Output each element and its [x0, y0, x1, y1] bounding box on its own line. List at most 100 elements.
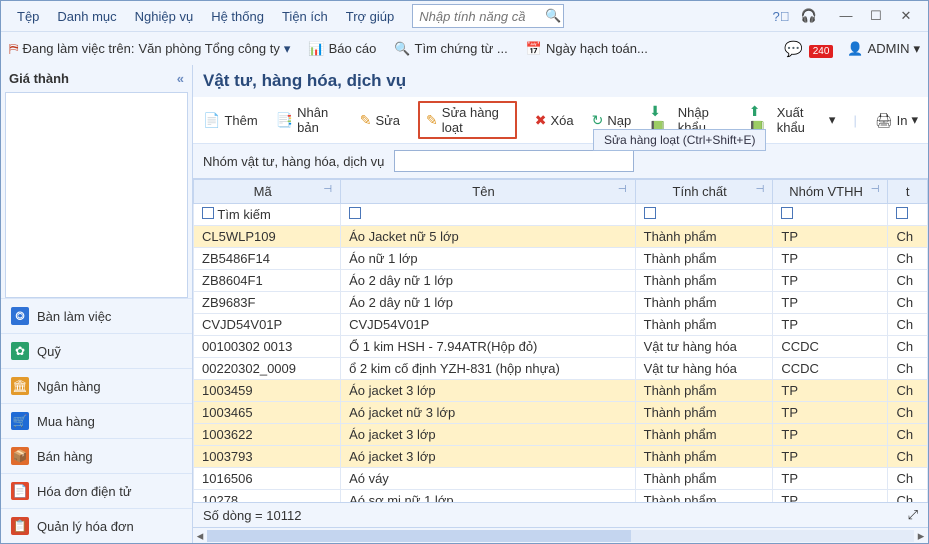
sidebar-item-3[interactable]: 🛒Mua hàng [1, 403, 192, 438]
nav-label: Quản lý hóa đơn [37, 519, 134, 534]
search-icon: 🔍 [394, 41, 410, 57]
user-menu[interactable]: 👤 ADMIN ▾ [847, 41, 920, 57]
checkbox-icon[interactable] [349, 207, 361, 219]
report-icon: 📊 [308, 41, 324, 57]
col-header-extra[interactable]: t [888, 180, 928, 204]
add-icon: 📄 [203, 112, 220, 129]
nav-icon: 📦 [11, 447, 29, 465]
pin-icon[interactable]: ⊣ [756, 184, 765, 195]
workplace-icon: ⛿ [9, 41, 18, 57]
user-icon: 👤 [847, 41, 863, 57]
posting-date-button[interactable]: 📅 Ngày hạch toán... [526, 41, 648, 57]
table-row[interactable]: 00100302 0013Ổ 1 kim HSH - 7.94ATR(Hộp đ… [194, 336, 928, 358]
add-button[interactable]: 📄Thêm [203, 112, 258, 129]
reload-button[interactable]: ↻Nạp [592, 112, 632, 129]
bulk-edit-icon: ✎ [426, 112, 438, 129]
calendar-icon: 📅 [526, 41, 542, 57]
scroll-right-icon[interactable]: ▸ [914, 528, 928, 544]
feature-search[interactable]: 🔍 [412, 4, 564, 28]
checkbox-icon[interactable] [896, 207, 908, 219]
chevron-down-icon: ▾ [911, 112, 918, 128]
nav-label: Bán hàng [37, 449, 93, 464]
pin-icon[interactable]: ⊣ [871, 184, 880, 195]
tooltip: Sửa hàng loạt (Ctrl+Shift+E) [593, 129, 766, 151]
pin-icon[interactable]: ⊣ [323, 184, 332, 195]
horizontal-scrollbar[interactable]: ◂ ▸ [193, 527, 928, 543]
sidebar: Giá thành « ⭗Bàn làm việc✿Quỹ🏛Ngân hàng🛒… [1, 65, 193, 543]
table-row[interactable]: 1003793Aó jacket 3 lớpThành phẩmTPCh [194, 446, 928, 468]
print-icon: 🖨 [875, 112, 893, 129]
col-header-tinhchat[interactable]: Tính chất⊣ [635, 180, 773, 204]
duplicate-button[interactable]: 📑Nhân bản [276, 105, 342, 135]
notification-badge: 240 [809, 45, 834, 58]
headset-icon[interactable]: 🎧 [796, 8, 822, 24]
content-area: Giá thành « ⭗Bàn làm việc✿Quỹ🏛Ngân hàng🛒… [1, 65, 928, 543]
feature-search-input[interactable] [413, 9, 543, 24]
table-row[interactable]: 10278Aó sơ mi nữ 1 lớpThành phẩmTPCh [194, 490, 928, 503]
main-panel: Vật tư, hàng hóa, dịch vụ 📄Thêm 📑Nhân bả… [193, 65, 928, 543]
workplace-indicator[interactable]: ⛿ Đang làm việc trên: Văn phòng Tổng côn… [9, 41, 290, 57]
delete-button[interactable]: ✖Xóa [535, 112, 574, 129]
chevron-down-icon: ▾ [829, 112, 836, 128]
table-row[interactable]: 1003622Áo jacket 3 lớpThành phẩmTPCh [194, 424, 928, 446]
nav-icon: 📄 [11, 482, 29, 500]
checkbox-icon[interactable] [644, 207, 656, 219]
scroll-thumb[interactable] [207, 530, 631, 542]
window-maximize[interactable]: ☐ [862, 5, 890, 27]
menu-help[interactable]: Trợ giúp [338, 5, 403, 28]
find-voucher-button[interactable]: 🔍 Tìm chứng từ ... [394, 41, 507, 57]
help-icon[interactable]: ?⃝ [768, 9, 794, 24]
sidebar-item-0[interactable]: ⭗Bàn làm việc [1, 298, 192, 333]
scroll-left-icon[interactable]: ◂ [193, 528, 207, 544]
table-row[interactable]: CVJD54V01P CVJD54V01PThành phẩmTPCh [194, 314, 928, 336]
col-header-nhom[interactable]: Nhóm VTHH⊣ [773, 180, 888, 204]
col-header-ten[interactable]: Tên⊣ [341, 180, 636, 204]
sidebar-tree[interactable] [5, 92, 188, 298]
menu-utility[interactable]: Tiện ích [274, 5, 336, 28]
sidebar-item-4[interactable]: 📦 Bán hàng [1, 438, 192, 473]
checkbox-icon[interactable] [781, 207, 793, 219]
notification-icon[interactable]: 💬240 [784, 40, 833, 58]
table-row[interactable]: 1003465Aó jacket nữ 3 lớpThành phẩmTPCh [194, 402, 928, 424]
sidebar-item-1[interactable]: ✿Quỹ [1, 333, 192, 368]
search-icon[interactable]: 🔍 [543, 8, 563, 24]
edit-button[interactable]: ✎Sửa [360, 112, 400, 129]
grid-search-row[interactable]: Tìm kiếm [194, 204, 928, 226]
reload-icon: ↻ [592, 112, 604, 129]
sidebar-item-6[interactable]: 📋 Quản lý hóa đơn [1, 508, 192, 543]
table-row[interactable]: 1003459Áo jacket 3 lớpThành phẩmTPCh [194, 380, 928, 402]
table-row[interactable]: 1016506Aó váyThành phẩmTPCh [194, 468, 928, 490]
filter-input[interactable] [394, 150, 634, 172]
nav-label: Mua hàng [37, 414, 95, 429]
menu-file[interactable]: Tệp [9, 5, 47, 28]
nav-label: Ngân hàng [37, 379, 101, 394]
duplicate-icon: 📑 [276, 112, 293, 129]
menu-business[interactable]: Nghiệp vụ [127, 5, 202, 28]
window-minimize[interactable]: — [832, 5, 860, 27]
print-button[interactable]: 🖨In▾ [875, 112, 918, 129]
table-row[interactable]: 00220302_0009ổ 2 kim cố định YZH-831 (hộ… [194, 358, 928, 380]
filter-label: Nhóm vật tư, hàng hóa, dịch vụ [203, 154, 384, 169]
table-row[interactable]: CL5WLP109Áo Jacket nữ 5 lớpThành phẩmTPC… [194, 226, 928, 248]
menu-system[interactable]: Hệ thống [203, 5, 272, 28]
bulk-edit-button[interactable]: ✎Sửa hàng loạt [418, 101, 517, 139]
pin-icon[interactable]: ⊣ [618, 184, 627, 195]
menu-catalog[interactable]: Danh mục [49, 5, 124, 28]
filter-bar: Nhóm vật tư, hàng hóa, dịch vụ [193, 144, 928, 179]
nav-icon: ✿ [11, 342, 29, 360]
nav-icon: ⭗ [11, 307, 29, 325]
report-button[interactable]: 📊 Báo cáo [308, 41, 376, 57]
table-row[interactable]: ZB9683FÁo 2 dây nữ 1 lớpThành phẩmTPCh [194, 292, 928, 314]
table-row[interactable]: ZB8604F1Áo 2 dây nữ 1 lớpThành phẩmTPCh [194, 270, 928, 292]
sidebar-collapse-icon[interactable]: « [177, 71, 184, 86]
checkbox-icon[interactable] [202, 207, 214, 219]
sidebar-item-2[interactable]: 🏛 Ngân hàng [1, 368, 192, 403]
sidebar-item-5[interactable]: 📄Hóa đơn điện tử [1, 473, 192, 508]
window-close[interactable]: ✕ [892, 5, 920, 27]
data-grid[interactable]: Mã⊣ Tên⊣ Tính chất⊣ Nhóm VTHH⊣ t Tìm kiế… [193, 179, 928, 502]
nav-icon: 📋 [11, 517, 29, 535]
expand-icon[interactable]: ⤢ [908, 507, 918, 523]
nav-icon: 🏛 [11, 377, 29, 395]
col-header-ma[interactable]: Mã⊣ [194, 180, 341, 204]
table-row[interactable]: ZB5486F14Áo nữ 1 lớpThành phẩmTPCh [194, 248, 928, 270]
